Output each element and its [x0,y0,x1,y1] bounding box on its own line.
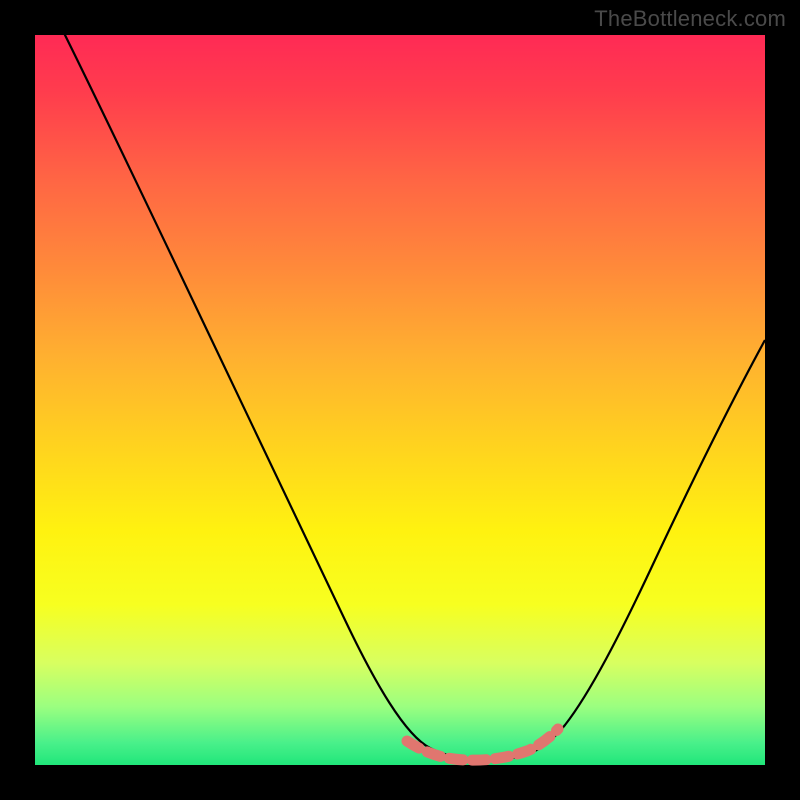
watermark-text: TheBottleneck.com [594,6,786,32]
bottleneck-curve-line [60,25,765,760]
curve-svg [35,35,765,765]
highlight-segment [407,729,558,760]
chart-frame: TheBottleneck.com [0,0,800,800]
plot-area [35,35,765,765]
